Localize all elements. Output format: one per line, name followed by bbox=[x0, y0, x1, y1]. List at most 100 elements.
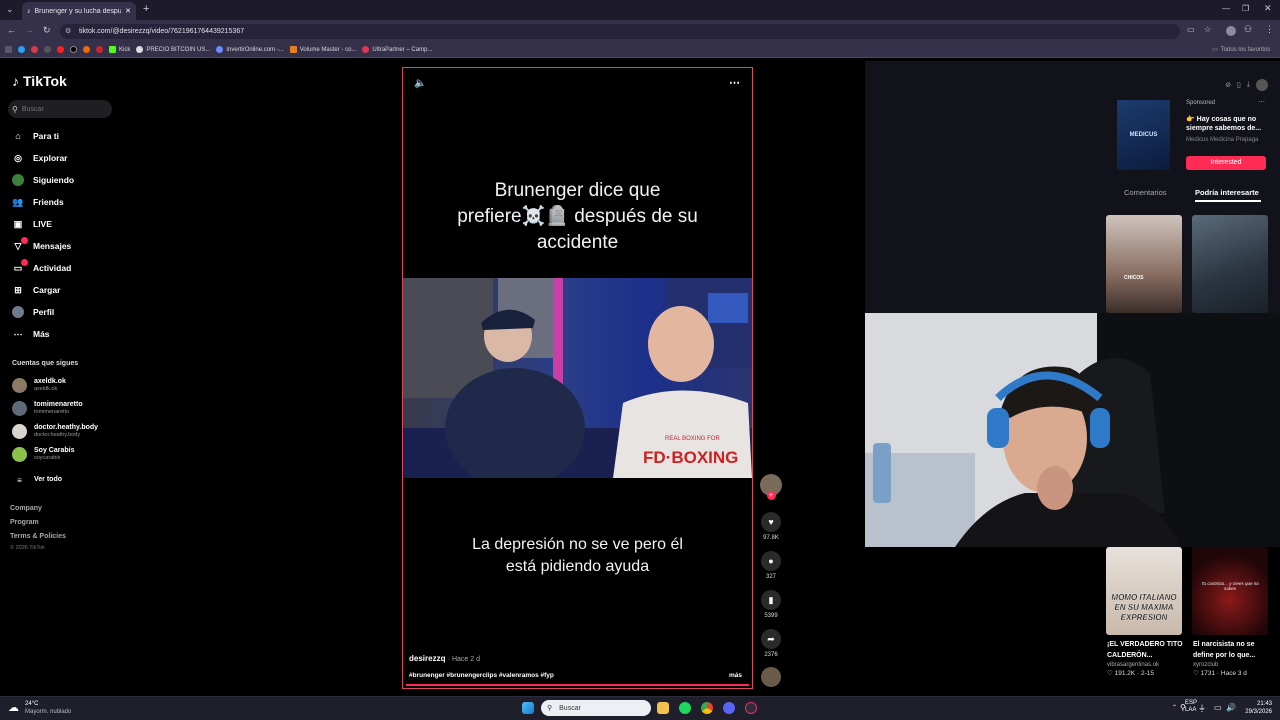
home-icon: ⌂ bbox=[15, 131, 21, 141]
ad-text[interactable]: 👉 Hay cosas que no siempre sabemos de... bbox=[1186, 115, 1264, 133]
share-button[interactable]: ➦ 2376 bbox=[759, 629, 783, 658]
menu-kebab-icon[interactable]: ⋮ bbox=[1265, 24, 1274, 35]
shirt-small-text: REAL BOXING FOR bbox=[665, 436, 720, 442]
bookmark-invertironline[interactable]: InvertirOnline.com -... bbox=[216, 46, 284, 53]
obs-icon[interactable] bbox=[745, 702, 757, 714]
footer-company[interactable]: Company bbox=[10, 505, 42, 512]
tab-title: Brunenger y su lucha después d bbox=[34, 7, 122, 15]
bookmark-icon-5[interactable] bbox=[83, 46, 90, 53]
account-item[interactable]: doctor.heathy.body doctor.heathy.body bbox=[12, 421, 122, 441]
see-all-link[interactable]: ≡ Ver todo bbox=[12, 470, 122, 490]
forward-button[interactable]: → bbox=[25, 25, 34, 35]
maximize-button[interactable]: ❐ bbox=[1242, 4, 1249, 13]
recommended-item[interactable]: El narcisista no se define por lo que...… bbox=[1193, 639, 1269, 679]
bookmark-ultrapartner[interactable]: UltraPartner – Camp... bbox=[362, 46, 432, 53]
recommended-thumbnail[interactable] bbox=[1192, 215, 1268, 313]
nav-perfil[interactable]: Perfil bbox=[12, 305, 102, 319]
search-icon: ⚲ bbox=[547, 705, 553, 712]
discord-icon[interactable] bbox=[723, 702, 735, 714]
volume-icon[interactable]: 🔈 bbox=[414, 78, 426, 89]
install-app-icon[interactable]: ▭ bbox=[1187, 25, 1195, 34]
footer-terms[interactable]: Terms & Policies bbox=[10, 533, 66, 540]
bookmark-star-icon[interactable]: ☆ bbox=[1204, 25, 1211, 34]
new-tab-button[interactable]: + bbox=[143, 3, 149, 15]
download-icon[interactable]: ⤓ bbox=[1247, 81, 1250, 89]
music-disc-button[interactable] bbox=[759, 667, 783, 687]
follow-plus-icon[interactable]: + bbox=[766, 491, 776, 500]
tiktok-bookmark-icon[interactable] bbox=[70, 46, 77, 53]
nav-explorar[interactable]: ◎ Explorar bbox=[12, 151, 102, 165]
taskbar-search[interactable]: ⚲ Buscar bbox=[541, 700, 651, 716]
tab-podria-interesarte[interactable]: Podría interesarte bbox=[1195, 188, 1259, 197]
network-icon[interactable]: ▭ bbox=[1214, 703, 1222, 712]
ad-thumbnail[interactable]: MEDICUS bbox=[1117, 100, 1170, 170]
nav-mensajes[interactable]: ▽ Mensajes bbox=[12, 237, 102, 253]
nav-siguiendo[interactable]: Siguiendo bbox=[12, 173, 102, 187]
extension-icon[interactable]: ⚇ bbox=[1244, 24, 1252, 35]
bookmark-icon-2[interactable] bbox=[31, 46, 38, 53]
video-hashtags[interactable]: #brunenger #brunengerclips #valenramos #… bbox=[409, 672, 554, 679]
nav-friends[interactable]: 👥 Friends bbox=[12, 195, 102, 209]
clock[interactable]: 21:43 29/3/2026 bbox=[1222, 700, 1272, 716]
address-bar[interactable]: ⚙ tiktok.com/@desirezzq/video/7621961764… bbox=[60, 24, 1180, 39]
account-item[interactable]: tomimenaretto tomimenaretto bbox=[12, 398, 122, 418]
comment-button[interactable]: ● 327 bbox=[759, 551, 783, 580]
close-window-button[interactable]: ✕ bbox=[1264, 3, 1272, 14]
nav-mas[interactable]: ⋯ Más bbox=[12, 327, 102, 341]
nav-actividad[interactable]: ▭ Actividad bbox=[12, 259, 102, 275]
more-options-icon[interactable]: ⋯ bbox=[729, 76, 740, 89]
ad-interested-button[interactable]: Interested bbox=[1186, 156, 1266, 170]
compass-icon[interactable]: ⊘ bbox=[1225, 81, 1231, 89]
nav-para-ti[interactable]: ⌂ Para ti bbox=[12, 129, 102, 143]
windows-start-icon[interactable] bbox=[522, 702, 534, 714]
recommended-item[interactable]: ¡EL VERDADERO TITO CALDERÓN... vibrasarg… bbox=[1107, 639, 1183, 679]
bookmark-bitcoin[interactable]: PRECIO BITCOIN US... bbox=[136, 46, 210, 53]
usb-icon[interactable]: ⏚ bbox=[1198, 703, 1206, 714]
avatar bbox=[12, 377, 27, 393]
search-input[interactable]: ⚲ Buscar bbox=[8, 100, 112, 118]
nav-cargar[interactable]: ⊞ Cargar bbox=[12, 283, 102, 297]
account-item[interactable]: Soy Carabis soycarabis bbox=[12, 444, 122, 464]
chevron-up-icon[interactable]: ⌃ bbox=[1172, 704, 1177, 711]
close-tab-icon[interactable]: ✕ bbox=[125, 7, 131, 15]
reload-button[interactable]: ↻ bbox=[43, 25, 51, 36]
tiktok-logo[interactable]: ♪ TikTok bbox=[12, 73, 67, 89]
account-item[interactable]: axeldk.ok axeldk.ok bbox=[12, 375, 122, 395]
minimize-button[interactable]: — bbox=[1222, 4, 1230, 13]
location-icon[interactable]: ⚲ bbox=[1180, 703, 1186, 712]
video-author[interactable]: desirezzq · Hace 2 d bbox=[409, 654, 480, 663]
recommended-thumbnail[interactable]: CHICOS bbox=[1106, 215, 1182, 313]
bookmark-kick[interactable]: Kick bbox=[109, 46, 130, 53]
bookmark-volume-master[interactable]: Volume Master - co... bbox=[289, 46, 356, 53]
bookmark-icon-1[interactable] bbox=[18, 46, 25, 53]
browser-tab-active[interactable]: ♪ Brunenger y su lucha después d ✕ bbox=[22, 2, 136, 20]
bookmark-icon-3[interactable] bbox=[44, 46, 51, 53]
nav-live[interactable]: ▣ LIVE bbox=[12, 217, 102, 231]
save-button[interactable]: ▮ 5399 bbox=[759, 590, 783, 619]
youtube-icon[interactable] bbox=[57, 46, 64, 53]
tiktok-favicon-icon: ♪ bbox=[27, 7, 31, 15]
like-button[interactable]: ♥ 97.8K bbox=[759, 512, 783, 541]
video-progress-bar[interactable] bbox=[406, 684, 749, 686]
tab-comments[interactable]: Comentarios bbox=[1124, 188, 1167, 197]
all-bookmarks[interactable]: ▭ Todos los favoritos bbox=[1212, 46, 1270, 54]
bookmark-icon-6[interactable] bbox=[96, 46, 103, 53]
weather-widget[interactable]: ☁ 24°C Mayorm. nublado bbox=[8, 700, 71, 716]
video-more-link[interactable]: más bbox=[729, 672, 742, 679]
site-info-icon[interactable]: ⚙ bbox=[65, 27, 71, 35]
footer-program[interactable]: Program bbox=[10, 519, 39, 526]
recommended-thumbnail[interactable]: Tu castrista... y crees que no sabes bbox=[1192, 547, 1268, 635]
device-icon[interactable]: ▯ bbox=[1237, 81, 1241, 89]
file-explorer-icon[interactable] bbox=[657, 702, 669, 714]
ad-more-icon[interactable]: ⋯ bbox=[1258, 98, 1265, 106]
back-button[interactable]: ← bbox=[7, 25, 16, 35]
apps-icon[interactable] bbox=[5, 46, 12, 53]
spotify-icon[interactable] bbox=[679, 702, 691, 714]
profile-avatar[interactable] bbox=[1226, 26, 1236, 36]
recommended-thumbnail[interactable]: MOMO ITALIANO EN SU MAXIMA EXPRESION bbox=[1106, 547, 1182, 635]
chrome-icon[interactable] bbox=[701, 702, 713, 714]
tab-search-icon[interactable]: ⌄ bbox=[6, 4, 14, 15]
language-indicator[interactable]: ESP LAA bbox=[1185, 700, 1197, 714]
creator-avatar-button[interactable]: + bbox=[759, 474, 783, 500]
user-avatar[interactable] bbox=[1256, 79, 1268, 91]
